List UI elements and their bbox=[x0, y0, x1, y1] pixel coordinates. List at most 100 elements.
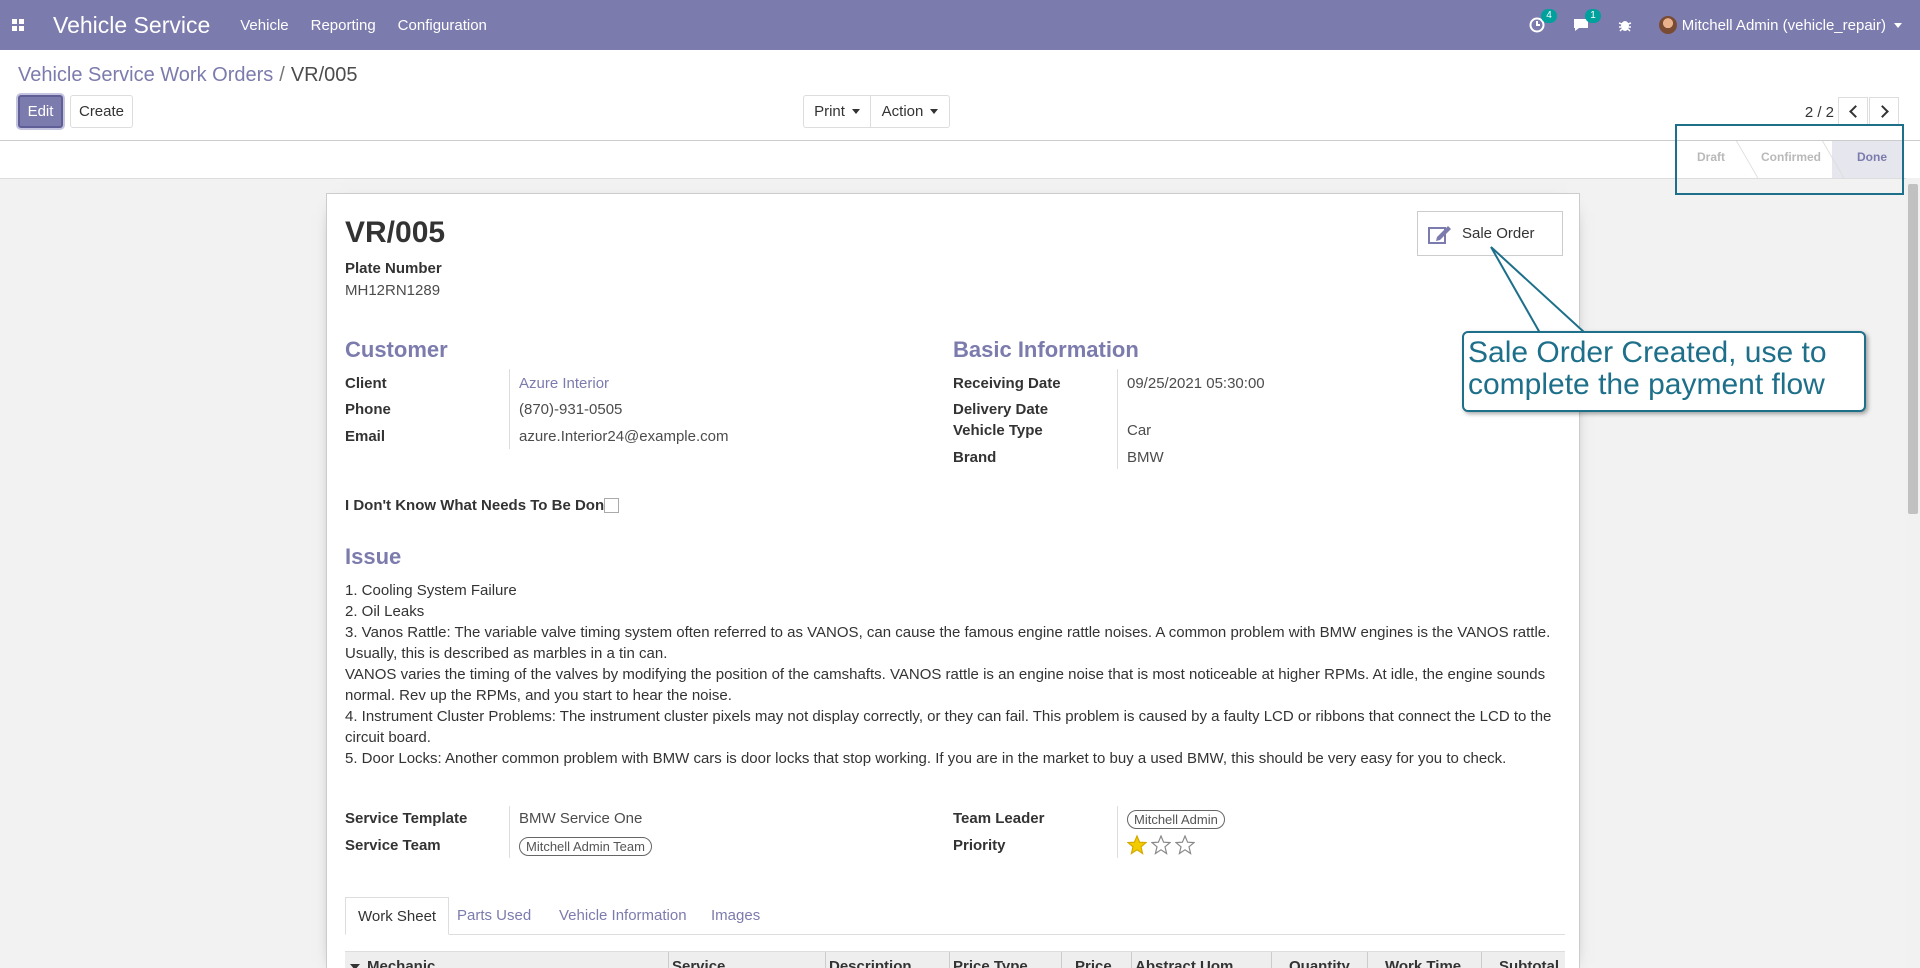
scrollbar-thumb[interactable] bbox=[1908, 184, 1918, 514]
star-filled-icon[interactable] bbox=[1127, 835, 1147, 855]
activity-icon[interactable]: 4 bbox=[1527, 9, 1557, 35]
tab-work-sheet[interactable]: Work Sheet bbox=[345, 897, 450, 935]
menu-configuration[interactable]: Configuration bbox=[398, 17, 487, 34]
action-button[interactable]: Action bbox=[870, 95, 950, 128]
customer-section-title: Customer bbox=[345, 337, 448, 362]
column-separator bbox=[1061, 952, 1062, 968]
statusbar bbox=[0, 141, 1920, 179]
basic-info-section-title: Basic Information bbox=[953, 337, 1139, 362]
receiving-date-value[interactable]: 09/25/2021 05:30:00 bbox=[1127, 375, 1265, 392]
service-team-tag[interactable]: Mitchell Admin Team bbox=[519, 837, 652, 856]
col-abstract-uom[interactable]: Abstract Uom bbox=[1135, 958, 1233, 968]
activity-badge: 4 bbox=[1541, 9, 1557, 23]
print-button[interactable]: Print bbox=[803, 95, 871, 128]
issue-line: 3. Vanos Rattle: The variable valve timi… bbox=[345, 624, 1551, 662]
col-description[interactable]: Description bbox=[829, 958, 912, 968]
tab-images[interactable]: Images bbox=[699, 897, 772, 935]
col-service[interactable]: Service bbox=[672, 958, 725, 968]
breadcrumb-separator: / bbox=[279, 64, 285, 86]
user-name: Mitchell Admin (vehicle_repair) bbox=[1681, 16, 1886, 34]
action-label: Action bbox=[881, 103, 924, 120]
plate-number-value[interactable]: MH12RN1289 bbox=[345, 282, 440, 299]
breadcrumb-parent[interactable]: Vehicle Service Work Orders bbox=[18, 64, 273, 86]
print-label: Print bbox=[814, 103, 845, 120]
user-menu[interactable]: Mitchell Admin (vehicle_repair) bbox=[1658, 16, 1902, 34]
chevron-right-icon bbox=[1875, 104, 1889, 118]
client-label: Client bbox=[345, 375, 387, 392]
service-template-value[interactable]: BMW Service One bbox=[519, 810, 642, 827]
worksheet-table-header: Mechanic Service Description Price Type … bbox=[345, 951, 1565, 968]
team-leader-label: Team Leader bbox=[953, 810, 1045, 827]
chevron-down-icon bbox=[851, 109, 860, 114]
priority-label: Priority bbox=[953, 837, 1006, 854]
issue-section-title: Issue bbox=[345, 544, 402, 569]
statusbar-highlight-box bbox=[1675, 124, 1904, 195]
star-empty-icon[interactable] bbox=[1151, 835, 1171, 855]
column-separator bbox=[949, 952, 950, 968]
vehicle-type-value[interactable]: Car bbox=[1127, 422, 1151, 439]
delivery-date-label: Delivery Date bbox=[953, 401, 1049, 418]
create-button[interactable]: Create bbox=[70, 95, 133, 128]
callout-line-2: complete the payment flow bbox=[1468, 368, 1825, 401]
column-separator bbox=[1271, 952, 1272, 968]
pager-value[interactable]: 2 / 2 bbox=[1805, 104, 1834, 121]
column-separator bbox=[1367, 952, 1368, 968]
col-price-type[interactable]: Price Type bbox=[953, 958, 1028, 968]
apps-menu-icon[interactable] bbox=[0, 0, 36, 50]
callout-pointer bbox=[1490, 246, 1588, 335]
chevron-down-icon bbox=[930, 109, 939, 114]
dont-know-label: I Don't Know What Needs To Be Done bbox=[345, 497, 613, 514]
menu-vehicle[interactable]: Vehicle bbox=[240, 17, 288, 34]
edit-button[interactable]: Edit bbox=[18, 95, 63, 128]
column-separator bbox=[1481, 952, 1482, 968]
team-leader-tag[interactable]: Mitchell Admin bbox=[1127, 810, 1225, 829]
plate-number-label: Plate Number bbox=[345, 260, 442, 277]
column-separator bbox=[1131, 952, 1132, 968]
breadcrumb: Vehicle Service Work Orders / VR/005 bbox=[18, 64, 358, 87]
col-quantity[interactable]: Quantity bbox=[1289, 958, 1350, 968]
col-price[interactable]: Price bbox=[1075, 958, 1112, 968]
brand-label: Brand bbox=[953, 449, 997, 466]
menu-reporting[interactable]: Reporting bbox=[311, 17, 376, 34]
record-title: VR/005 bbox=[345, 216, 446, 249]
sale-order-label: Sale Order bbox=[1462, 225, 1535, 242]
issue-line: 2. Oil Leaks bbox=[345, 603, 425, 620]
messages-badge: 1 bbox=[1585, 9, 1601, 23]
star-empty-icon[interactable] bbox=[1175, 835, 1195, 855]
col-subtotal[interactable]: Subtotal bbox=[1499, 958, 1559, 968]
service-template-label: Service Template bbox=[345, 810, 468, 827]
client-value[interactable]: Azure Interior bbox=[519, 375, 609, 392]
field-divider bbox=[1117, 806, 1118, 858]
phone-value[interactable]: (870)-931-0505 bbox=[519, 401, 622, 418]
issue-line: 1. Cooling System Failure bbox=[345, 582, 517, 599]
issue-text[interactable]: 1. Cooling System Failure 2. Oil Leaks 3… bbox=[345, 580, 1565, 769]
annotation-callout: Sale Order Created, use to complete the … bbox=[1462, 331, 1866, 412]
field-divider bbox=[509, 806, 510, 858]
messages-icon[interactable]: 1 bbox=[1571, 9, 1601, 35]
receiving-date-label: Receiving Date bbox=[953, 375, 1061, 392]
team-leader-field: Mitchell Admin bbox=[1127, 810, 1225, 829]
field-divider bbox=[1117, 369, 1118, 469]
email-value[interactable]: azure.Interior24@example.com bbox=[519, 428, 729, 445]
pager-previous-button[interactable] bbox=[1838, 97, 1868, 125]
app-title[interactable]: Vehicle Service bbox=[53, 12, 210, 39]
issue-line: VANOS varies the timing of the valves by… bbox=[345, 666, 1546, 704]
chevron-left-icon bbox=[1848, 104, 1862, 118]
service-team-field: Mitchell Admin Team bbox=[519, 837, 652, 856]
sort-caret-icon[interactable] bbox=[350, 964, 360, 968]
vehicle-type-label: Vehicle Type bbox=[953, 422, 1043, 439]
service-team-label: Service Team bbox=[345, 837, 441, 854]
pager-next-button[interactable] bbox=[1869, 97, 1899, 125]
phone-label: Phone bbox=[345, 401, 391, 418]
col-mechanic[interactable]: Mechanic bbox=[367, 958, 435, 968]
email-label: Email bbox=[345, 428, 386, 445]
brand-value[interactable]: BMW bbox=[1127, 449, 1164, 466]
priority-stars bbox=[1127, 835, 1195, 855]
chevron-down-icon bbox=[1894, 22, 1902, 28]
tab-parts-used[interactable]: Parts Used bbox=[445, 897, 543, 935]
column-separator bbox=[825, 952, 826, 968]
col-work-time[interactable]: Work Time bbox=[1385, 958, 1461, 968]
tab-vehicle-information[interactable]: Vehicle Information bbox=[547, 897, 699, 935]
dont-know-checkbox[interactable] bbox=[604, 498, 619, 513]
debug-bug-icon[interactable] bbox=[1615, 15, 1635, 35]
